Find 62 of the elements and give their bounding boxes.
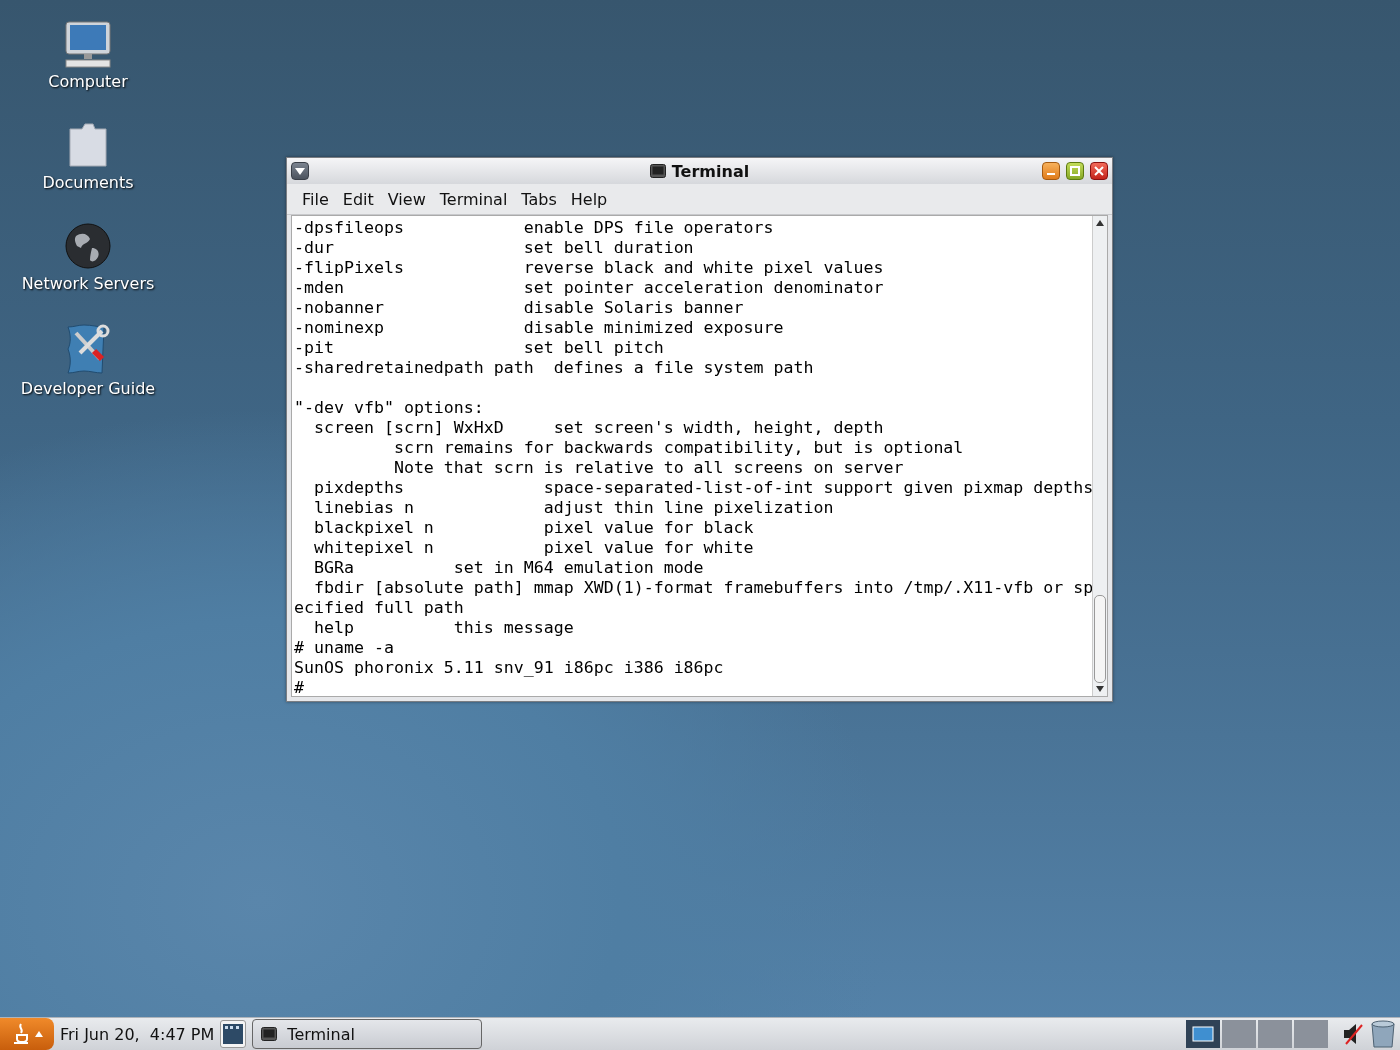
show-desktop-button[interactable] (220, 1020, 247, 1048)
globe-icon (64, 222, 112, 270)
terminal-line: whitepixel n pixel value for white (312, 538, 755, 558)
terminal-line: -mden set pointer acceleration denominator (294, 278, 885, 298)
terminal-line: scrn remains for backwards compatibility, but is optional (392, 438, 965, 458)
folder-icon (67, 121, 109, 169)
computer-icon (64, 20, 112, 68)
menu-item[interactable]: Edit (335, 189, 381, 209)
terminal-line: # uname -a (294, 638, 395, 658)
desktop-icon-label[interactable]: Network Servers (21, 274, 155, 293)
terminal-icon (261, 1027, 278, 1041)
clock[interactable]: Fri Jun 20, 4:47 PM (60, 1024, 215, 1044)
terminal-line: pixdepths space-separated-list-of-int support given pixmap depths (312, 478, 1092, 498)
window-icon (1192, 1026, 1214, 1042)
terminal-icon (649, 164, 666, 178)
terminal-line: screen [scrn] WxHxD set screen's width, height, depth (312, 418, 885, 438)
terminal-line: -dpsfileops enable DPS file operators (294, 218, 775, 238)
launch-menu-button[interactable] (0, 1018, 54, 1050)
terminal-line: SunOS phoronix 5.11 snv_91 i86pc i386 i86pc (294, 658, 725, 678)
caret-icon (35, 1031, 43, 1037)
terminal-line: linebias n adjust thin line pixelization (312, 498, 835, 518)
terminal-line: help this message (312, 618, 575, 638)
terminal-line: fbdir [absolute path] mmap XWD(1)-format framebuffers into /tmp/.X11-vfb or sp (312, 578, 1092, 598)
close-icon (1094, 166, 1104, 176)
desktop-icon-label[interactable]: Computer (48, 72, 128, 91)
terminal-line: -nobanner disable Solaris banner (294, 298, 745, 318)
scroll-down-icon[interactable] (1096, 685, 1104, 693)
window-title: Terminal (671, 161, 750, 181)
scrollbar[interactable] (1092, 216, 1107, 696)
window-menu-button[interactable] (291, 162, 309, 180)
terminal-line: "-dev vfb" options: (294, 398, 485, 418)
scroll-up-icon[interactable] (1096, 219, 1104, 227)
close-button[interactable] (1090, 162, 1108, 180)
menu-item[interactable]: View (380, 189, 433, 209)
caret-icon (295, 167, 305, 175)
menu-item[interactable]: Help (563, 189, 615, 209)
workspace-button[interactable] (1186, 1020, 1220, 1048)
terminal-line: -pit set bell pitch (294, 338, 665, 358)
tools-icon (64, 323, 112, 375)
terminal-line: ecified full path (294, 598, 465, 618)
taskbar-task-button[interactable]: Terminal (252, 1019, 483, 1049)
terminal-line: BGRa set in M64 emulation mode (312, 558, 705, 578)
terminal-line: # (294, 678, 305, 696)
terminal-line: -flipPixels reverse black and white pixel values (294, 258, 885, 278)
menu-item[interactable]: Tabs (514, 189, 564, 209)
minimize-icon (1047, 173, 1055, 175)
scrollbar-thumb[interactable] (1094, 595, 1106, 683)
volume-muted-icon[interactable] (1342, 1022, 1364, 1046)
menu-item[interactable]: File (295, 189, 336, 209)
minimize-button[interactable] (1042, 162, 1060, 180)
desktop-icon-label[interactable]: Developer Guide (20, 379, 156, 398)
terminal-line: Note that scrn is relative to all screens on server (392, 458, 905, 478)
terminal-line: -nominexp disable minimized exposure (294, 318, 785, 338)
cup-icon (11, 1022, 31, 1046)
maximize-icon (1070, 166, 1080, 176)
terminal-line: -dur set bell duration (294, 238, 695, 258)
terminal-line: -sharedretainedpath path defines a file system path (294, 358, 815, 378)
trash-icon[interactable] (1370, 1020, 1396, 1048)
menu-item[interactable]: Terminal (432, 189, 515, 209)
maximize-button[interactable] (1066, 162, 1084, 180)
terminal-line: blackpixel n pixel value for black (312, 518, 755, 538)
desktop-icon-label[interactable]: Documents (42, 173, 134, 192)
